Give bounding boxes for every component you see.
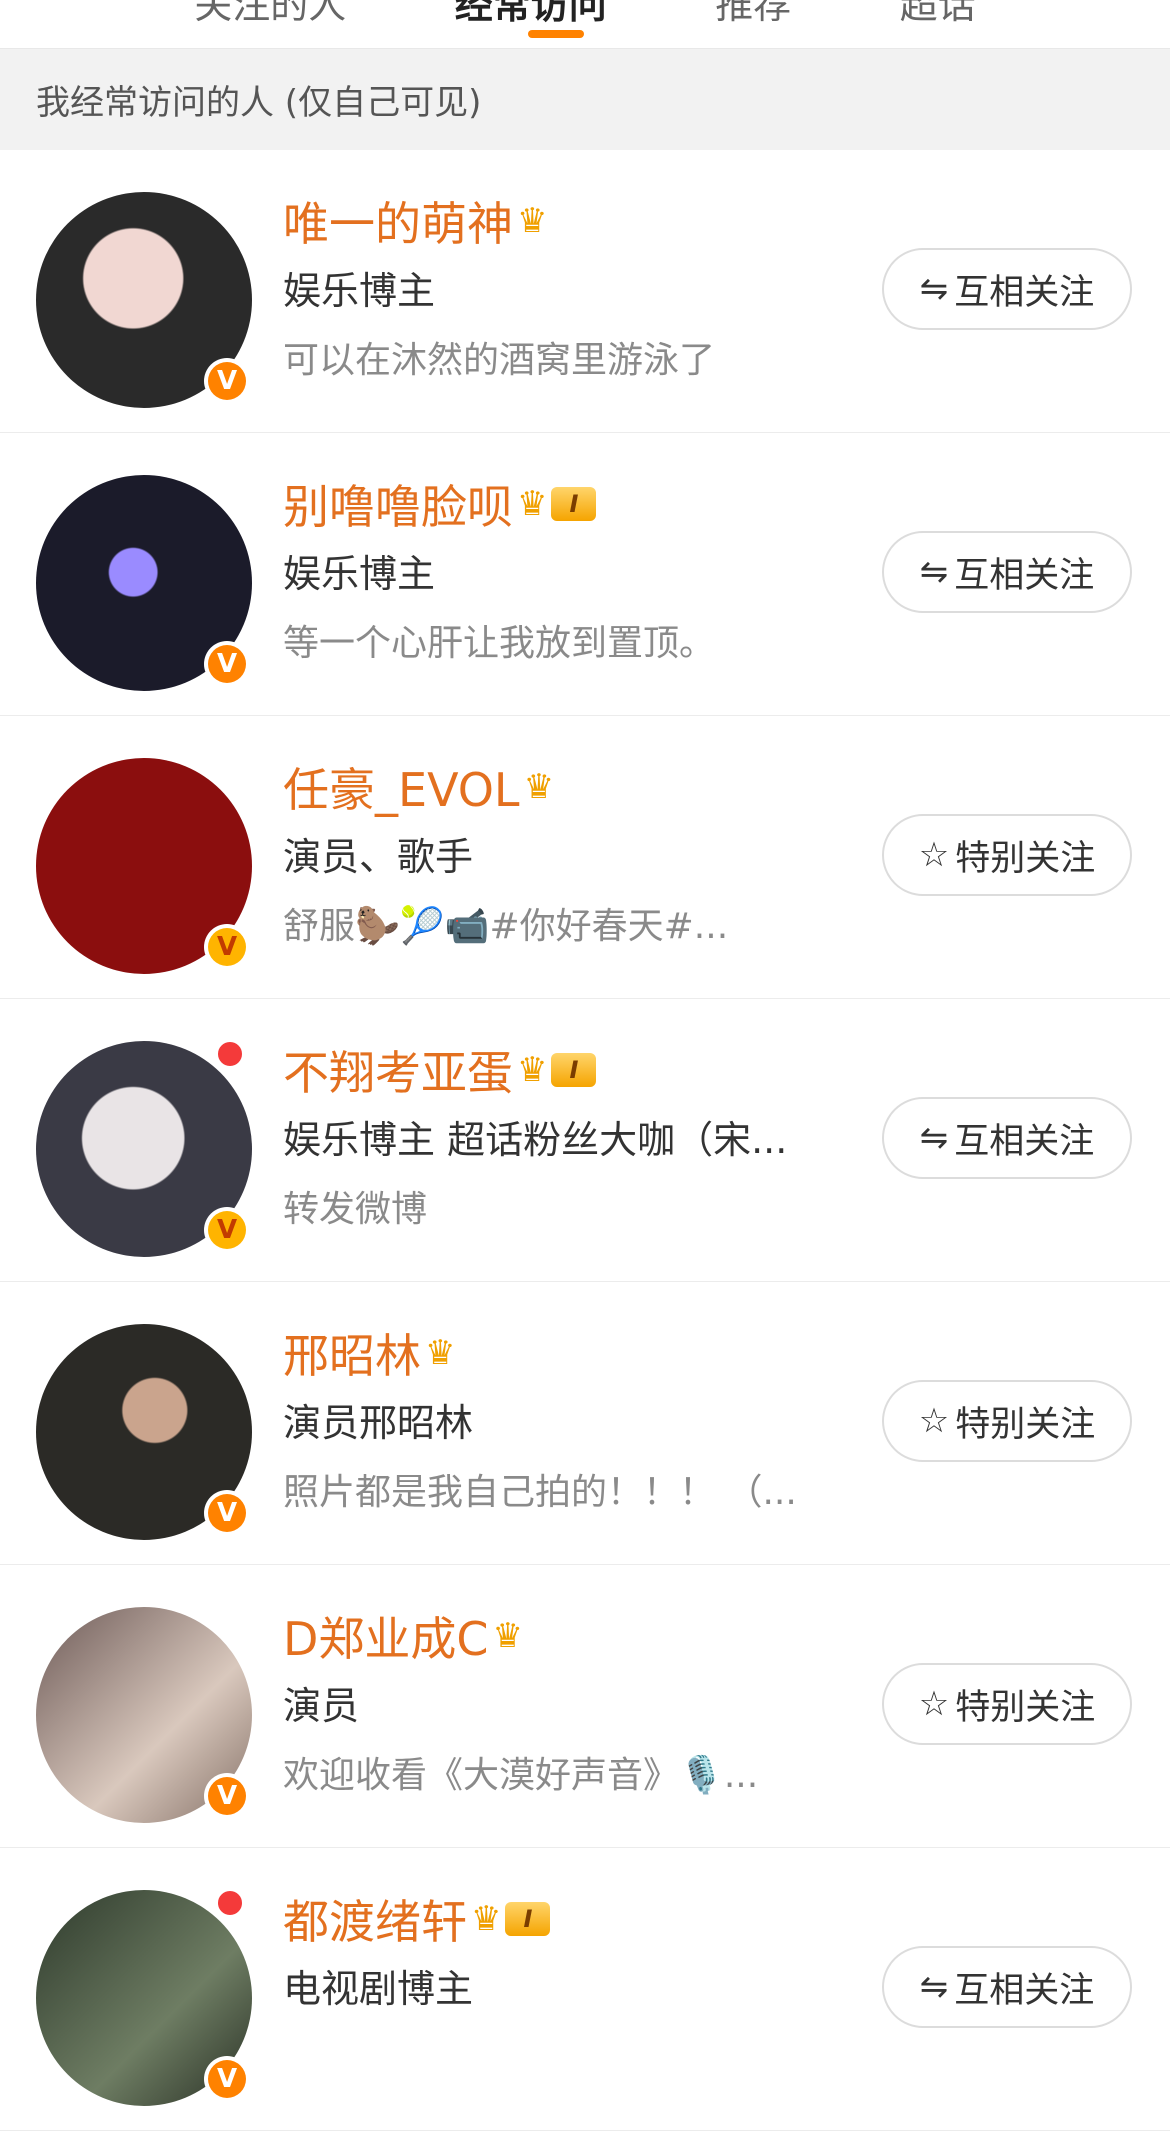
- crown-icon: ♛: [471, 1899, 502, 1939]
- user-info: D郑业成C ♛ 演员 欢迎收看《大漠好声音》🎙️...: [283, 1601, 830, 1798]
- crown-icon: ♛: [425, 1333, 456, 1373]
- user-row[interactable]: V 邢昭林 ♛ 演员邢昭林 照片都是我自己拍的！！！ （... ☆ 特别关注: [0, 1282, 1170, 1565]
- user-name[interactable]: 邢昭林: [283, 1320, 421, 1386]
- user-name[interactable]: D郑业成C: [283, 1603, 489, 1669]
- follow-status-label: 特别关注: [955, 1687, 1096, 1728]
- mutual-follow-icon: ⇋: [919, 1967, 949, 2007]
- level-badge: I: [551, 487, 597, 521]
- crown-icon: ♛: [517, 1050, 548, 1090]
- tab-following[interactable]: 关注的人: [194, 0, 346, 29]
- follow-status-label: 互相关注: [954, 1970, 1095, 2011]
- crown-icon: ♛: [523, 767, 555, 807]
- mutual-follow-icon: ⇋: [919, 269, 949, 309]
- user-row[interactable]: V 都渡绪轩 ♛ I 电视剧博主 ⇋ 互相关注: [0, 1848, 1170, 2131]
- user-info: 不翔考亚蛋 ♛ I 娱乐博主 超话粉丝大咖（宋... 转发微博: [283, 1035, 830, 1232]
- user-description: 娱乐博主 超话粉丝大咖（宋...: [283, 1118, 788, 1162]
- level-badge: I: [505, 1902, 551, 1936]
- user-latest-post: 照片都是我自己拍的！！！ （...: [283, 1472, 797, 1513]
- tab-recommended[interactable]: 推荐: [715, 0, 791, 29]
- top-tab-bar: 关注的人 经常访问 推荐 超话: [0, 0, 1170, 48]
- user-info: 邢昭林 ♛ 演员邢昭林 照片都是我自己拍的！！！ （...: [283, 1318, 830, 1515]
- verified-badge-icon: V: [204, 1207, 250, 1253]
- user-latest-post: 可以在沐然的酒窝里游泳了: [283, 340, 716, 381]
- user-latest-post: 转发微博: [283, 1189, 428, 1230]
- user-info: 任豪_EVOL ♛ 演员、歌手 舒服🦫🎾📹#你好春天#...: [283, 752, 830, 949]
- user-description: 电视剧博主: [283, 1967, 474, 2011]
- user-description: 演员、歌手: [283, 835, 474, 879]
- user-name[interactable]: 不翔考亚蛋: [283, 1037, 513, 1103]
- verified-badge-icon: V: [204, 1490, 250, 1536]
- user-name[interactable]: 都渡绪轩: [283, 1886, 467, 1952]
- mutual-follow-icon: ⇋: [919, 552, 949, 592]
- follow-status-button[interactable]: ⇋ 互相关注: [882, 1946, 1132, 2028]
- user-list: V 唯一的萌神 ♛ 娱乐博主 可以在沐然的酒窝里游泳了 ⇋ 互相关注 V 别噜噜…: [0, 150, 1170, 2131]
- follow-status-button[interactable]: ⇋ 互相关注: [882, 248, 1132, 330]
- section-header: 我经常访问的人 (仅自己可见): [0, 48, 1170, 150]
- follow-status-label: 互相关注: [954, 272, 1095, 313]
- user-row[interactable]: V 唯一的萌神 ♛ 娱乐博主 可以在沐然的酒窝里游泳了 ⇋ 互相关注: [0, 150, 1170, 433]
- follow-status-button[interactable]: ☆ 特别关注: [882, 1663, 1132, 1745]
- crown-icon: ♛: [517, 201, 548, 241]
- user-name[interactable]: 任豪_EVOL: [283, 754, 520, 820]
- follow-status-label: 互相关注: [954, 1121, 1095, 1162]
- user-description: 演员邢昭林: [283, 1401, 474, 1445]
- tab-frequent[interactable]: 经常访问: [455, 0, 607, 29]
- follow-status-label: 特别关注: [955, 838, 1096, 879]
- star-icon: ☆: [918, 1684, 950, 1724]
- active-tab-indicator: [528, 30, 584, 38]
- user-row[interactable]: V 不翔考亚蛋 ♛ I 娱乐博主 超话粉丝大咖（宋... 转发微博 ⇋ 互相关注: [0, 999, 1170, 1282]
- verified-badge-icon: V: [204, 358, 250, 404]
- user-latest-post: 舒服🦫🎾📹#你好春天#...: [283, 906, 729, 947]
- new-update-dot: [215, 1888, 245, 1918]
- user-info: 唯一的萌神 ♛ 娱乐博主 可以在沐然的酒窝里游泳了: [283, 186, 830, 383]
- verified-badge-icon: V: [204, 1773, 250, 1819]
- new-update-dot: [215, 1039, 245, 1069]
- verified-badge-icon: V: [204, 924, 250, 970]
- crown-icon: ♛: [517, 484, 548, 524]
- mutual-follow-icon: ⇋: [919, 1118, 949, 1158]
- user-name[interactable]: 别噜噜脸呗: [283, 471, 513, 537]
- user-description: 演员: [283, 1684, 360, 1728]
- tab-super-topic[interactable]: 超话: [900, 0, 976, 29]
- user-latest-post: 欢迎收看《大漠好声音》🎙️...: [283, 1755, 759, 1796]
- follow-status-label: 特别关注: [955, 1404, 1096, 1445]
- user-info: 都渡绪轩 ♛ I 电视剧博主: [283, 1884, 830, 2029]
- follow-status-button[interactable]: ⇋ 互相关注: [882, 531, 1132, 613]
- follow-status-label: 互相关注: [954, 555, 1095, 596]
- verified-badge-icon: V: [204, 641, 250, 687]
- level-badge: I: [551, 1053, 597, 1087]
- crown-icon: ♛: [492, 1616, 524, 1656]
- follow-status-button[interactable]: ☆ 特别关注: [882, 814, 1132, 896]
- user-description: 娱乐博主: [283, 552, 436, 596]
- user-row[interactable]: V 别噜噜脸呗 ♛ I 娱乐博主 等一个心肝让我放到置顶。 ⇋ 互相关注: [0, 433, 1170, 716]
- verified-badge-icon: V: [204, 2056, 250, 2102]
- follow-status-button[interactable]: ⇋ 互相关注: [882, 1097, 1132, 1179]
- user-info: 别噜噜脸呗 ♛ I 娱乐博主 等一个心肝让我放到置顶。: [283, 469, 830, 666]
- follow-status-button[interactable]: ☆ 特别关注: [882, 1380, 1132, 1462]
- user-latest-post: 等一个心肝让我放到置顶。: [283, 623, 716, 664]
- user-description: 娱乐博主: [283, 269, 436, 313]
- star-icon: ☆: [918, 835, 950, 875]
- user-name[interactable]: 唯一的萌神: [283, 188, 513, 254]
- star-icon: ☆: [918, 1401, 950, 1441]
- user-row[interactable]: V D郑业成C ♛ 演员 欢迎收看《大漠好声音》🎙️... ☆ 特别关注: [0, 1565, 1170, 1848]
- user-row[interactable]: V 任豪_EVOL ♛ 演员、歌手 舒服🦫🎾📹#你好春天#... ☆ 特别关注: [0, 716, 1170, 999]
